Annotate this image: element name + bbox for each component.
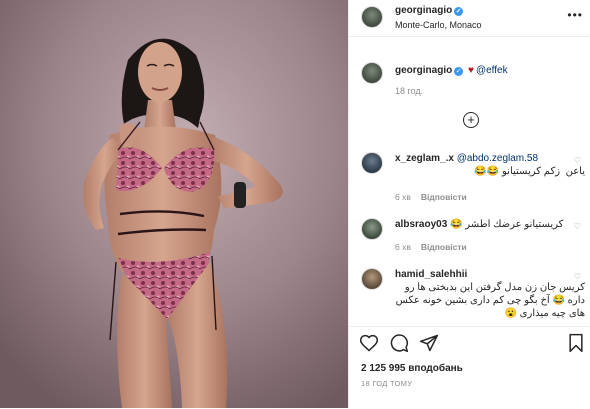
- comment-mention[interactable]: @abdo.zeglam.58: [457, 153, 538, 164]
- comment-meta: 6 хв Відповісти: [395, 192, 477, 202]
- comment-meta: 6 хв Відповісти: [395, 242, 477, 252]
- post-date[interactable]: 18 ГОД ТОМУ: [361, 379, 412, 388]
- caption-time[interactable]: 18 год.: [395, 86, 423, 96]
- post-sidebar: georginagio ✓ Monte-Carlo, Monaco ••• geo…: [348, 0, 590, 408]
- comment-text: کریس جان زن مدل گرفتن این بدبختی ها رو د…: [395, 282, 585, 319]
- reply-button[interactable]: Відповісти: [421, 192, 467, 202]
- comment-text: كريستيانو عرضك اطشر 😂: [450, 219, 564, 230]
- heart-icon[interactable]: ♡: [574, 272, 581, 281]
- comment-username[interactable]: albsraoy03: [395, 219, 447, 230]
- post-location[interactable]: Monte-Carlo, Monaco: [395, 20, 482, 30]
- comment-username[interactable]: x_zeglam_.x: [395, 153, 454, 164]
- action-bar: 2 125 995 вподобань 18 ГОД ТОМУ: [349, 326, 590, 409]
- verified-icon: ✓: [454, 67, 464, 76]
- author-avatar[interactable]: [361, 6, 383, 28]
- add-circle-icon[interactable]: +: [463, 112, 479, 128]
- caption-username[interactable]: georginagio: [395, 65, 452, 76]
- post-photo[interactable]: [0, 0, 348, 408]
- heart-icon: ♥: [468, 65, 474, 76]
- comment-time[interactable]: 6 хв: [395, 242, 411, 252]
- heart-icon[interactable]: [359, 333, 379, 353]
- more-icon[interactable]: •••: [567, 8, 583, 22]
- reply-button[interactable]: Відповісти: [421, 242, 467, 252]
- comment-avatar[interactable]: [361, 152, 383, 174]
- verified-icon: ✓: [454, 7, 464, 16]
- comment-avatar[interactable]: [361, 218, 383, 240]
- comment-body: albsraoy03 كريستيانو عرضك اطشر 😂: [395, 218, 585, 231]
- comment-username[interactable]: hamid_salehhii: [395, 268, 585, 281]
- post-header: georginagio ✓ Monte-Carlo, Monaco •••: [349, 0, 590, 37]
- comment-time[interactable]: 6 хв: [395, 192, 411, 202]
- heart-icon[interactable]: ♡: [574, 222, 581, 231]
- caption-avatar[interactable]: [361, 62, 383, 84]
- caption-mention[interactable]: @effek: [476, 65, 508, 76]
- photo-illustration: [0, 0, 348, 408]
- likes-count[interactable]: 2 125 995 вподобань: [361, 363, 463, 374]
- comment-text: ياعن زكم كريستيانو 😂😂: [474, 166, 585, 177]
- heart-icon[interactable]: ♡: [574, 156, 581, 165]
- author-username[interactable]: georginagio ✓: [395, 5, 464, 16]
- comment-icon[interactable]: [389, 333, 409, 353]
- comment-avatar[interactable]: [361, 268, 383, 290]
- comment-body: x_zeglam_.x @abdo.zeglam.58 ياعن زكم كري…: [395, 152, 585, 178]
- share-icon[interactable]: [419, 333, 439, 353]
- comment-body: hamid_salehhii کریس جان زن مدل گرفتن این…: [395, 268, 585, 320]
- bookmark-icon[interactable]: [567, 333, 585, 353]
- caption-text: georginagio ✓ ♥ @effek: [395, 65, 508, 76]
- author-username-text[interactable]: georginagio: [395, 5, 452, 16]
